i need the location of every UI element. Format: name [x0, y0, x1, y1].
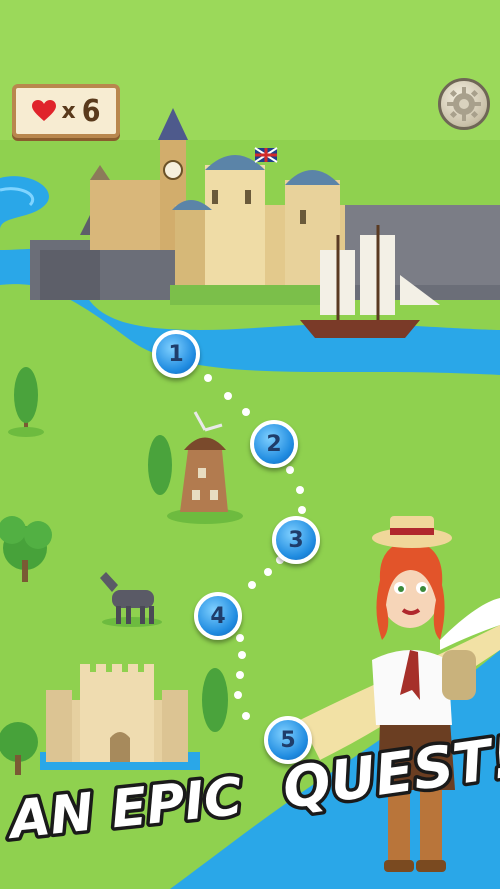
title-banner: AN EPIC QUEST!	[0, 721, 500, 855]
level-node-2[interactable]: 2	[250, 420, 298, 468]
level-number: 2	[266, 431, 282, 457]
level-node-1[interactable]: 1	[152, 330, 200, 378]
level-number: 4	[210, 603, 226, 629]
title-line-1: AN EPIC	[3, 767, 245, 851]
gear-icon	[447, 87, 481, 121]
level-node-3[interactable]: 3	[272, 516, 320, 564]
level-node-4[interactable]: 4	[194, 592, 242, 640]
heart-icon	[31, 100, 56, 121]
lives-count: 6	[81, 93, 101, 129]
settings-button[interactable]	[438, 78, 490, 130]
title-line-2: QUEST!	[279, 725, 500, 822]
lives-counter: x 6	[12, 84, 120, 138]
level-number: 1	[168, 341, 184, 367]
level-number: 3	[288, 527, 304, 553]
lives-multiplier: x	[61, 98, 76, 124]
